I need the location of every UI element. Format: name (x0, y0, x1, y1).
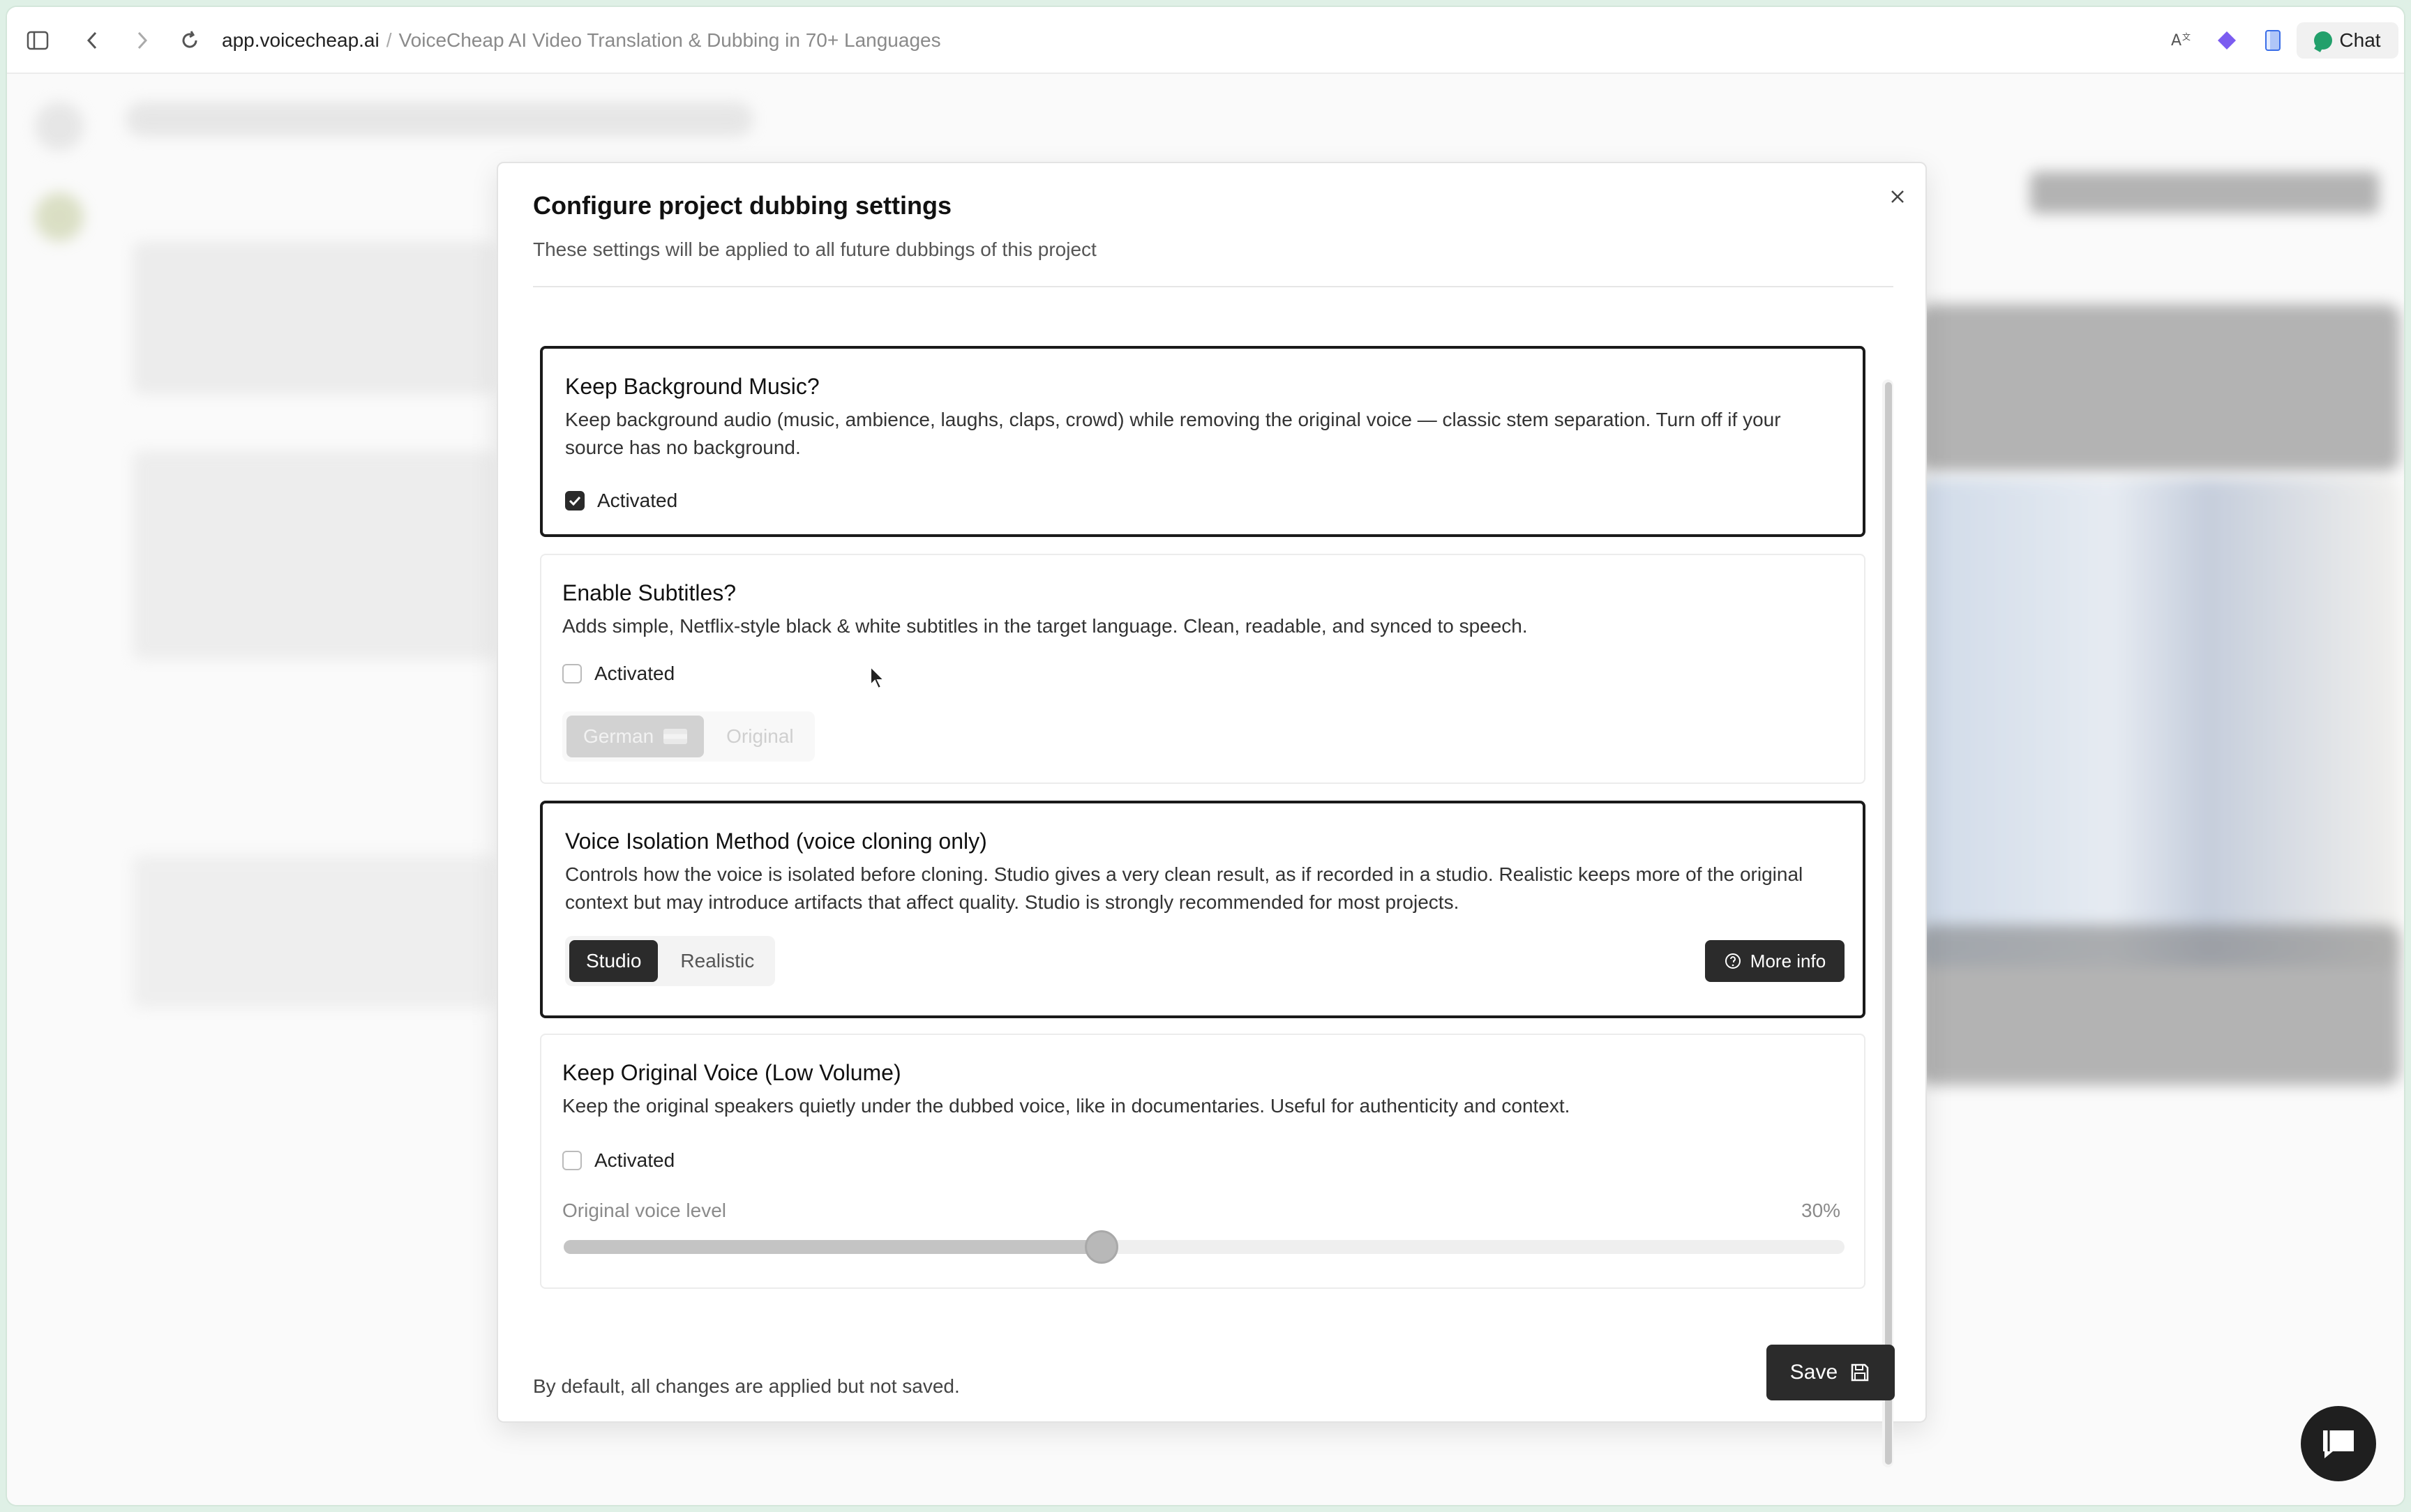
translate-icon[interactable]: A文 (2168, 28, 2193, 53)
original-voice-checkbox-label: Activated (594, 1149, 675, 1171)
subtitles-checkbox[interactable] (562, 664, 582, 683)
voice-isolation-option-studio-label: Studio (586, 950, 642, 972)
subtitles-option-original-label: Original (726, 725, 794, 747)
mouse-cursor-icon (869, 665, 887, 694)
sidebar-toggle-icon[interactable] (25, 28, 50, 53)
chat-bubble-icon (2323, 1430, 2354, 1458)
voice-isolation-option-realistic[interactable]: Realistic (663, 940, 771, 982)
settings-list: Keep Background Music? Keep background a… (540, 346, 1874, 1448)
subtitles-card: Enable Subtitles? Adds simple, Netflix-s… (540, 554, 1865, 784)
voice-isolation-card: Voice Isolation Method (voice cloning on… (540, 801, 1865, 1018)
chat-button[interactable]: Chat (2297, 22, 2398, 59)
help-circle-icon (1725, 953, 1741, 969)
voice-isolation-title: Voice Isolation Method (voice cloning on… (565, 829, 987, 854)
voice-isolation-option-realistic-label: Realistic (680, 950, 755, 972)
reload-icon[interactable] (177, 28, 202, 53)
close-icon (1891, 190, 1904, 203)
footer-note: By default, all changes are applied but … (533, 1375, 960, 1397)
floppy-disk-icon (1851, 1363, 1869, 1382)
scrollbar-thumb[interactable] (1885, 382, 1892, 1465)
subtitles-checkbox-label: Activated (594, 663, 675, 684)
background-music-card: Keep Background Music? Keep background a… (540, 346, 1865, 537)
german-flag-icon (663, 729, 688, 744)
original-voice-level-label: Original voice level (562, 1200, 726, 1221)
modal-divider (533, 286, 1893, 287)
original-voice-level-value: 30% (1801, 1200, 1841, 1221)
extension-icon[interactable] (2214, 28, 2239, 53)
support-chat-button[interactable] (2301, 1406, 2376, 1481)
subtitles-description: Adds simple, Netflix-style black & white… (562, 615, 1528, 637)
url-page-title: VoiceCheap AI Video Translation & Dubbin… (398, 29, 941, 51)
url-separator: / (386, 29, 392, 51)
original-voice-title: Keep Original Voice (Low Volume) (562, 1060, 901, 1085)
subtitles-option-german-label: German (583, 725, 654, 747)
address-bar[interactable]: app.voicecheap.ai / VoiceCheap AI Video … (222, 28, 941, 53)
browser-window: app.voicecheap.ai / VoiceCheap AI Video … (7, 7, 2404, 1505)
chat-icon (2314, 31, 2333, 50)
save-label: Save (1789, 1361, 1838, 1384)
chat-label: Chat (2339, 29, 2381, 51)
forward-icon[interactable] (130, 28, 155, 53)
original-voice-slider[interactable] (564, 1230, 1845, 1264)
browser-toolbar: app.voicecheap.ai / VoiceCheap AI Video … (7, 7, 2404, 74)
subtitles-option-german[interactable]: German (566, 716, 705, 757)
original-voice-description: Keep the original speakers quietly under… (562, 1095, 1570, 1117)
original-voice-card: Keep Original Voice (Low Volume) Keep th… (540, 1034, 1865, 1289)
original-voice-slider-thumb[interactable] (1085, 1230, 1119, 1264)
background-music-checkbox-label: Activated (597, 490, 678, 511)
more-info-label: More info (1750, 950, 1826, 972)
voice-isolation-description: Controls how the voice is isolated befor… (565, 863, 1803, 913)
background-music-checkbox-row[interactable]: Activated (565, 490, 677, 512)
device-icon[interactable] (2260, 28, 2285, 53)
original-voice-slider-fill (564, 1240, 1102, 1254)
subtitles-checkbox-row[interactable]: Activated (562, 663, 675, 685)
modal-subtitle: These settings will be applied to all fu… (533, 239, 1097, 260)
more-info-button[interactable]: More info (1705, 940, 1845, 982)
background-music-checkbox[interactable] (565, 491, 585, 511)
save-button[interactable]: Save (1766, 1345, 1895, 1400)
svg-text:文: 文 (2182, 31, 2191, 42)
modal-title: Configure project dubbing settings (533, 191, 952, 220)
back-icon[interactable] (80, 28, 105, 53)
dubbing-settings-modal: Configure project dubbing settings These… (497, 162, 1927, 1467)
background-music-title: Keep Background Music? (565, 374, 820, 399)
subtitles-option-original[interactable]: Original (709, 716, 810, 757)
svg-text:A: A (2171, 32, 2181, 50)
original-voice-checkbox-row[interactable]: Activated (562, 1149, 675, 1172)
background-music-description: Keep background audio (music, ambience, … (565, 409, 1781, 458)
checkmark-icon (569, 496, 581, 506)
voice-isolation-option-studio[interactable]: Studio (569, 940, 659, 982)
subtitles-language-toggle: German Original (562, 711, 815, 762)
close-button[interactable] (1884, 183, 1911, 211)
subtitles-title: Enable Subtitles? (562, 580, 737, 605)
original-voice-checkbox[interactable] (562, 1151, 582, 1170)
url-host: app.voicecheap.ai (222, 29, 380, 51)
voice-isolation-toggle: Studio Realistic (565, 936, 776, 986)
